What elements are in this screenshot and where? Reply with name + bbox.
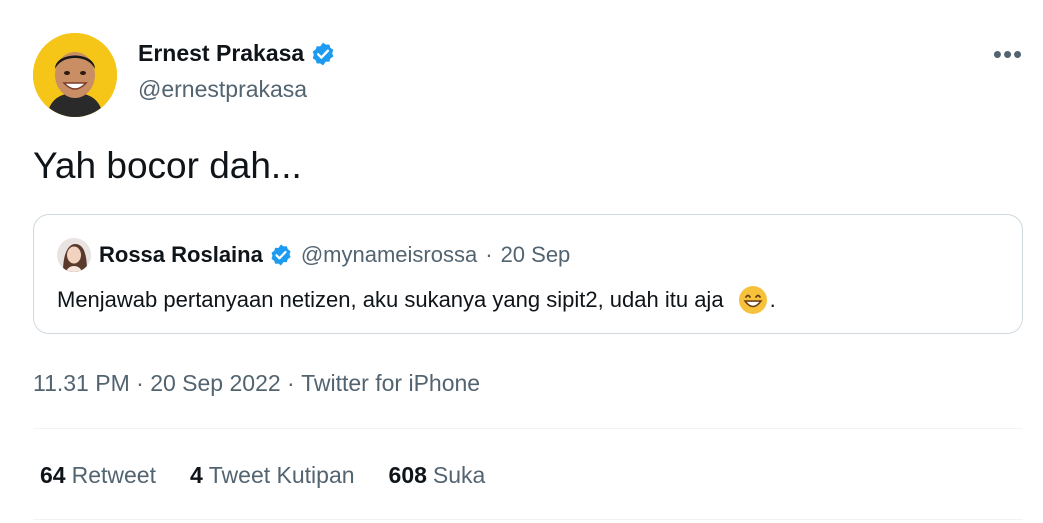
tweet-meta: 11.31 PM · 20 Sep 2022 · Twitter for iPh…: [33, 370, 480, 397]
quoted-tweet-date: 20 Sep: [500, 242, 571, 267]
author-avatar[interactable]: [33, 33, 117, 117]
tweet-stats: 64 Retweet 4 Tweet Kutipan 608 Suka: [40, 462, 519, 489]
quoted-author-avatar: [57, 238, 91, 272]
more-options-icon: •••: [992, 39, 1024, 69]
author-name[interactable]: Ernest Prakasa: [138, 40, 304, 67]
quoted-tweet-trailing: .: [769, 287, 776, 312]
divider: [33, 428, 1023, 429]
separator-dot: ·: [485, 242, 493, 267]
quoted-author-name: Rossa Roslaina: [99, 242, 263, 267]
author-handle[interactable]: @ernestprakasa: [138, 76, 307, 103]
retweet-count[interactable]: 64 Retweet: [40, 462, 156, 489]
tweet-time[interactable]: 11.31 PM: [33, 370, 130, 397]
separator-dot: ·: [280, 370, 302, 396]
tweet-date[interactable]: 20 Sep 2022: [150, 370, 280, 397]
grinning-face-emoji-icon: [738, 285, 768, 315]
tweet-detail: Ernest Prakasa @ernestprakasa ••• Yah bo…: [0, 0, 1043, 523]
stat-number: 4: [189, 462, 203, 488]
author-line: Ernest Prakasa: [138, 40, 336, 67]
more-options-button[interactable]: •••: [990, 40, 1026, 68]
quoted-tweet-header: Rossa Roslaina @mynameisrossa · 20 Sep: [99, 242, 570, 268]
quoted-tweet-text: Menjawab pertanyaan netizen, aku sukanya…: [57, 285, 776, 315]
divider: [33, 519, 1023, 520]
quote-tweet-count[interactable]: 4 Tweet Kutipan: [190, 462, 355, 489]
like-count[interactable]: 608 Suka: [389, 462, 486, 489]
verified-badge-icon: [269, 243, 293, 267]
stat-label: Tweet Kutipan: [208, 462, 355, 488]
stat-number: 608: [388, 462, 427, 488]
separator-dot: ·: [129, 370, 151, 396]
verified-badge-icon: [310, 41, 336, 67]
quoted-tweet-card[interactable]: Rossa Roslaina @mynameisrossa · 20 Sep M…: [33, 214, 1023, 334]
stat-number: 64: [40, 462, 66, 488]
quoted-author-handle: @mynameisrossa: [300, 242, 478, 267]
stat-label: Suka: [432, 462, 486, 488]
stat-label: Retweet: [71, 462, 156, 488]
tweet-source[interactable]: Twitter for iPhone: [301, 370, 480, 397]
tweet-text: Yah bocor dah...: [33, 145, 302, 186]
quoted-tweet-body: Menjawab pertanyaan netizen, aku sukanya…: [57, 287, 724, 312]
